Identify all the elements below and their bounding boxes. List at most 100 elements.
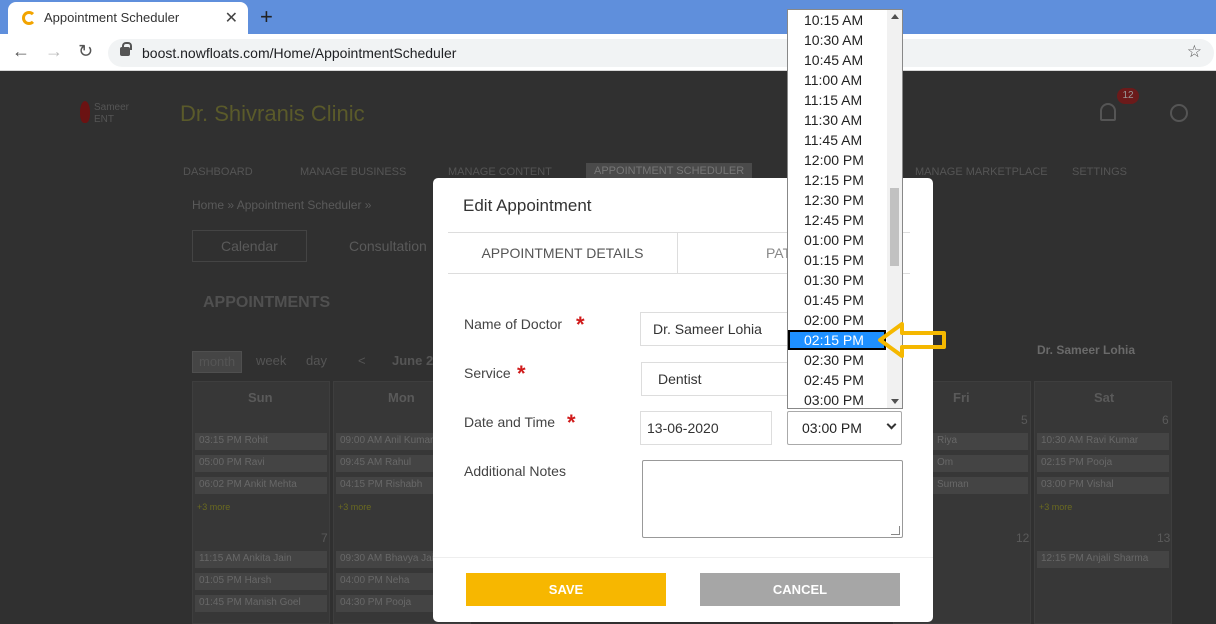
- datetime-label: Date and Time: [464, 414, 556, 430]
- url-text: boost.nowfloats.com/Home/AppointmentSche…: [142, 45, 457, 61]
- time-option[interactable]: 11:30 AM: [788, 110, 886, 130]
- chevron-down-icon: [886, 419, 897, 430]
- time-option[interactable]: 03:00 PM: [788, 390, 886, 408]
- browser-tab[interactable]: Appointment Scheduler ✕: [8, 2, 248, 34]
- time-option-highlighted[interactable]: 02:15 PM: [788, 330, 886, 350]
- time-option[interactable]: 11:15 AM: [788, 90, 886, 110]
- time-option[interactable]: 11:00 AM: [788, 70, 886, 90]
- time-option[interactable]: 02:30 PM: [788, 350, 886, 370]
- date-field[interactable]: 13-06-2020: [640, 411, 772, 445]
- time-option[interactable]: 10:15 AM: [788, 10, 886, 30]
- calendar-event[interactable]: 01:45 PM Manish Goel: [195, 595, 327, 612]
- day-header-mon: Mon: [388, 390, 415, 405]
- save-button[interactable]: SAVE: [466, 573, 666, 606]
- tab-appointment-details[interactable]: APPOINTMENT DETAILS: [448, 233, 678, 274]
- nav-settings[interactable]: SETTINGS: [1072, 166, 1127, 178]
- time-option[interactable]: 01:15 PM: [788, 250, 886, 270]
- time-option[interactable]: 11:45 AM: [788, 130, 886, 150]
- more-events-link[interactable]: +3 more: [1039, 502, 1072, 512]
- calendar-event[interactable]: 05:00 PM Ravi: [195, 455, 327, 472]
- day-number: 12: [1016, 531, 1030, 545]
- calendar-event[interactable]: 12:15 PM Anjali Sharma: [1037, 551, 1169, 568]
- back-arrow-icon[interactable]: ←: [12, 41, 30, 62]
- breadcrumb: Home » Appointment Scheduler »: [192, 198, 372, 212]
- cancel-button[interactable]: CANCEL: [700, 573, 900, 606]
- browser-tab-bar: Appointment Scheduler ✕ +: [0, 0, 1216, 34]
- calendar-event[interactable]: 03:00 PM Vishal: [1037, 477, 1169, 494]
- bell-icon[interactable]: [1100, 103, 1116, 121]
- notes-label: Additional Notes: [464, 463, 566, 479]
- day-header-fri: Fri: [953, 390, 970, 405]
- time-option[interactable]: 10:30 AM: [788, 30, 886, 50]
- day-number: 13: [1157, 531, 1171, 545]
- day-number: 6: [1162, 413, 1169, 427]
- calendar-event[interactable]: Riya: [933, 433, 1028, 450]
- month-label: June 2: [392, 353, 434, 368]
- view-week-button[interactable]: week: [250, 351, 292, 373]
- prev-month-button[interactable]: <: [352, 351, 372, 373]
- calendar-event[interactable]: 02:15 PM Pooja: [1037, 455, 1169, 472]
- nav-manage-business[interactable]: MANAGE BUSINESS: [300, 166, 406, 178]
- calendar-event[interactable]: Om: [933, 455, 1028, 472]
- modal-divider: [433, 557, 933, 558]
- day-header-sun: Sun: [248, 390, 273, 405]
- service-field[interactable]: Dentist: [641, 362, 801, 396]
- required-mark: *: [517, 361, 526, 386]
- time-option[interactable]: 12:30 PM: [788, 190, 886, 210]
- scrollbar-thumb[interactable]: [890, 188, 899, 266]
- scroll-up-icon[interactable]: [891, 14, 899, 19]
- day-header-sat: Sat: [1094, 390, 1115, 405]
- notification-badge: 12: [1117, 88, 1139, 104]
- close-tab-icon[interactable]: ✕: [225, 8, 238, 28]
- calendar-event[interactable]: 01:05 PM Harsh: [195, 573, 327, 590]
- time-option[interactable]: 01:45 PM: [788, 290, 886, 310]
- doctor-label: Name of Doctor: [464, 316, 563, 332]
- forward-arrow-icon[interactable]: →: [45, 41, 63, 62]
- appointments-heading: APPOINTMENTS: [203, 294, 331, 311]
- time-option[interactable]: 02:45 PM: [788, 370, 886, 390]
- profile-icon[interactable]: [1170, 104, 1188, 122]
- brand-logo: Sameer ENT: [80, 99, 148, 127]
- time-option[interactable]: 10:45 AM: [788, 50, 886, 70]
- time-option[interactable]: 12:00 PM: [788, 150, 886, 170]
- calendar-event[interactable]: 11:15 AM Ankita Jain: [195, 551, 327, 568]
- calendar-event[interactable]: 10:30 AM Ravi Kumar: [1037, 433, 1169, 450]
- calendar-event[interactable]: Suman: [933, 477, 1028, 494]
- nav-manage-marketplace[interactable]: MANAGE MARKETPLACE: [915, 166, 1048, 178]
- more-events-link[interactable]: +3 more: [197, 502, 230, 512]
- doctor-field[interactable]: Dr. Sameer Lohia: [640, 312, 800, 346]
- favicon-icon: [22, 11, 36, 25]
- nav-dashboard[interactable]: DASHBOARD: [183, 166, 253, 178]
- more-events-link[interactable]: +3 more: [338, 502, 371, 512]
- calendar-event[interactable]: 03:15 PM Rohit: [195, 433, 327, 450]
- notes-textarea[interactable]: [642, 460, 903, 538]
- time-option[interactable]: 12:45 PM: [788, 210, 886, 230]
- view-day-button[interactable]: day: [300, 351, 333, 373]
- time-option[interactable]: 12:15 PM: [788, 170, 886, 190]
- logo-text: Sameer ENT: [94, 102, 130, 125]
- calendar-doctor-label: Dr. Sameer Lohia: [1037, 343, 1136, 357]
- address-bar: ← → ↻ boost.nowfloats.com/Home/Appointme…: [0, 34, 1216, 71]
- nav-manage-content[interactable]: MANAGE CONTENT: [448, 166, 552, 178]
- view-month-button[interactable]: month: [192, 351, 243, 373]
- time-select-value: 03:00 PM: [802, 420, 862, 436]
- clinic-name: Dr. Shivranis Clinic: [180, 101, 365, 126]
- tab-calendar[interactable]: Calendar: [192, 230, 307, 262]
- modal-title: Edit Appointment: [463, 196, 592, 215]
- day-number: 5: [1021, 413, 1028, 427]
- time-option[interactable]: 01:00 PM: [788, 230, 886, 250]
- lock-icon: [120, 42, 132, 56]
- required-mark: *: [567, 410, 576, 435]
- annotation-arrow-icon: [878, 322, 946, 358]
- scroll-down-icon[interactable]: [891, 399, 899, 404]
- new-tab-button[interactable]: +: [260, 4, 273, 30]
- nav-appointment-scheduler[interactable]: APPOINTMENT SCHEDULER: [586, 163, 753, 179]
- time-option[interactable]: 02:00 PM: [788, 310, 886, 330]
- time-option[interactable]: 01:30 PM: [788, 270, 886, 290]
- url-field[interactable]: boost.nowfloats.com/Home/AppointmentSche…: [108, 39, 1214, 67]
- bookmark-star-icon[interactable]: ☆: [1187, 42, 1202, 62]
- time-select[interactable]: 03:00 PM: [787, 411, 902, 445]
- reload-icon[interactable]: ↻: [78, 41, 93, 62]
- calendar-event[interactable]: 06:02 PM Ankit Mehta: [195, 477, 327, 494]
- service-label: Service: [464, 365, 511, 381]
